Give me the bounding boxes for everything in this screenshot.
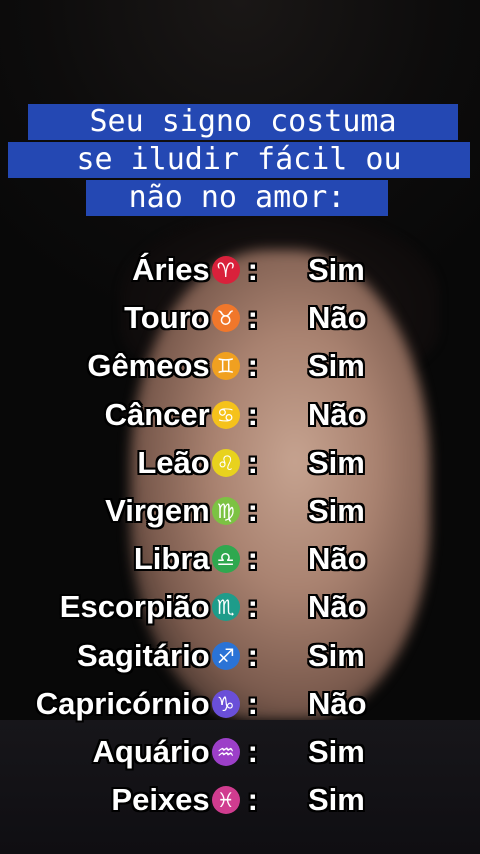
sign-label-group: Touro ♉: bbox=[124, 295, 258, 341]
sign-label-group: Áries ♈: bbox=[132, 247, 258, 293]
scorpio-icon: ♏ bbox=[211, 593, 240, 622]
colon-separator: : bbox=[247, 300, 258, 336]
sign-name: Escorpião bbox=[59, 589, 210, 625]
sign-label-group: Capricórnio ♑: bbox=[36, 681, 258, 727]
sign-row: Escorpião ♏: Não bbox=[0, 584, 480, 630]
sign-row: Virgem ♍: Sim bbox=[0, 488, 480, 534]
sign-label-group: Gêmeos ♊: bbox=[87, 343, 258, 389]
colon-separator: : bbox=[247, 589, 258, 625]
sign-row: Áries ♈: Sim bbox=[0, 247, 480, 293]
colon-separator: : bbox=[247, 685, 258, 721]
sign-answer: Sim bbox=[308, 782, 365, 818]
sign-label-group: Libra ♎: bbox=[134, 536, 258, 582]
sign-name: Leão bbox=[137, 444, 210, 480]
sign-name: Áries bbox=[132, 252, 210, 287]
gemini-icon: ♊ bbox=[211, 352, 240, 381]
colon-separator: : bbox=[247, 396, 258, 432]
virgo-icon: ♍ bbox=[211, 497, 240, 525]
leo-icon: ♌ bbox=[211, 448, 240, 477]
sign-answer: Sim bbox=[308, 252, 365, 287]
title-line-2: se iludir fácil ou bbox=[8, 142, 470, 178]
taurus-icon: ♉ bbox=[211, 304, 240, 333]
sign-row: Gêmeos ♊: Sim bbox=[0, 343, 480, 389]
sign-answer: Não bbox=[308, 396, 367, 432]
aries-icon: ♈ bbox=[211, 256, 240, 284]
colon-separator: : bbox=[247, 541, 258, 577]
sign-row: Libra ♎: Não bbox=[0, 536, 480, 582]
sign-row: Sagitário ♐: Sim bbox=[0, 633, 480, 679]
sign-name: Gêmeos bbox=[87, 348, 210, 384]
sign-row: Aquário ♒: Sim bbox=[0, 729, 480, 775]
sign-row: Leão ♌: Sim bbox=[0, 440, 480, 486]
cancer-icon: ♋ bbox=[211, 400, 240, 429]
sign-row: Touro ♉: Não bbox=[0, 295, 480, 341]
capricorn-icon: ♑ bbox=[211, 689, 240, 718]
title-line-3: não no amor: bbox=[86, 180, 388, 216]
aquarius-icon: ♒ bbox=[211, 738, 240, 766]
sign-answer: Sim bbox=[308, 444, 365, 480]
sign-label-group: Câncer ♋: bbox=[105, 392, 258, 438]
sign-name: Sagitário bbox=[77, 637, 210, 673]
sign-name: Virgem bbox=[105, 493, 210, 528]
sign-answer: Sim bbox=[308, 637, 365, 673]
colon-separator: : bbox=[247, 782, 258, 818]
sagittarius-icon: ♐ bbox=[211, 641, 240, 670]
title-line-1: Seu signo costuma bbox=[28, 104, 458, 140]
colon-separator: : bbox=[247, 252, 258, 287]
sign-answer: Não bbox=[308, 300, 367, 336]
sign-name: Libra bbox=[133, 541, 210, 577]
sign-answer: Sim bbox=[308, 348, 365, 384]
sign-row: Câncer ♋: Não bbox=[0, 392, 480, 438]
sign-label-group: Aquário ♒: bbox=[93, 729, 258, 775]
sign-name: Peixes bbox=[111, 782, 210, 818]
colon-separator: : bbox=[247, 348, 258, 384]
sign-name: Aquário bbox=[92, 734, 210, 769]
sign-name: Capricórnio bbox=[35, 685, 210, 721]
colon-separator: : bbox=[247, 444, 258, 480]
sign-label-group: Sagitário ♐: bbox=[77, 633, 258, 679]
sign-name: Câncer bbox=[104, 396, 210, 432]
sign-label-group: Peixes ♓: bbox=[111, 777, 258, 823]
colon-separator: : bbox=[247, 493, 258, 528]
sign-row: Peixes ♓: Sim bbox=[0, 777, 480, 823]
colon-separator: : bbox=[247, 637, 258, 673]
sign-answer: Não bbox=[308, 541, 367, 577]
sign-name: Touro bbox=[124, 300, 210, 336]
pisces-icon: ♓ bbox=[211, 786, 240, 815]
sign-row: Capricórnio ♑: Não bbox=[0, 681, 480, 727]
sign-answer: Não bbox=[308, 685, 367, 721]
sign-label-group: Leão ♌: bbox=[137, 440, 258, 486]
colon-separator: : bbox=[247, 734, 258, 769]
sign-answer: Sim bbox=[308, 493, 365, 528]
sign-answer: Não bbox=[308, 589, 367, 625]
sign-label-group: Virgem ♍: bbox=[105, 488, 258, 534]
sign-label-group: Escorpião ♏: bbox=[60, 584, 258, 630]
libra-icon: ♎ bbox=[211, 545, 240, 574]
sign-answer: Sim bbox=[308, 734, 365, 769]
